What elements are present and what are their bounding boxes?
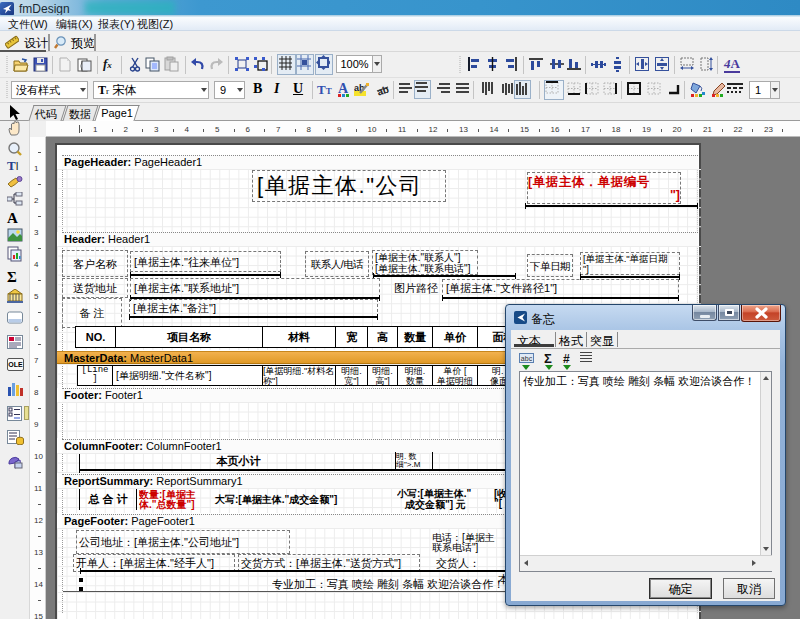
svg-text:A: A [338,81,349,96]
